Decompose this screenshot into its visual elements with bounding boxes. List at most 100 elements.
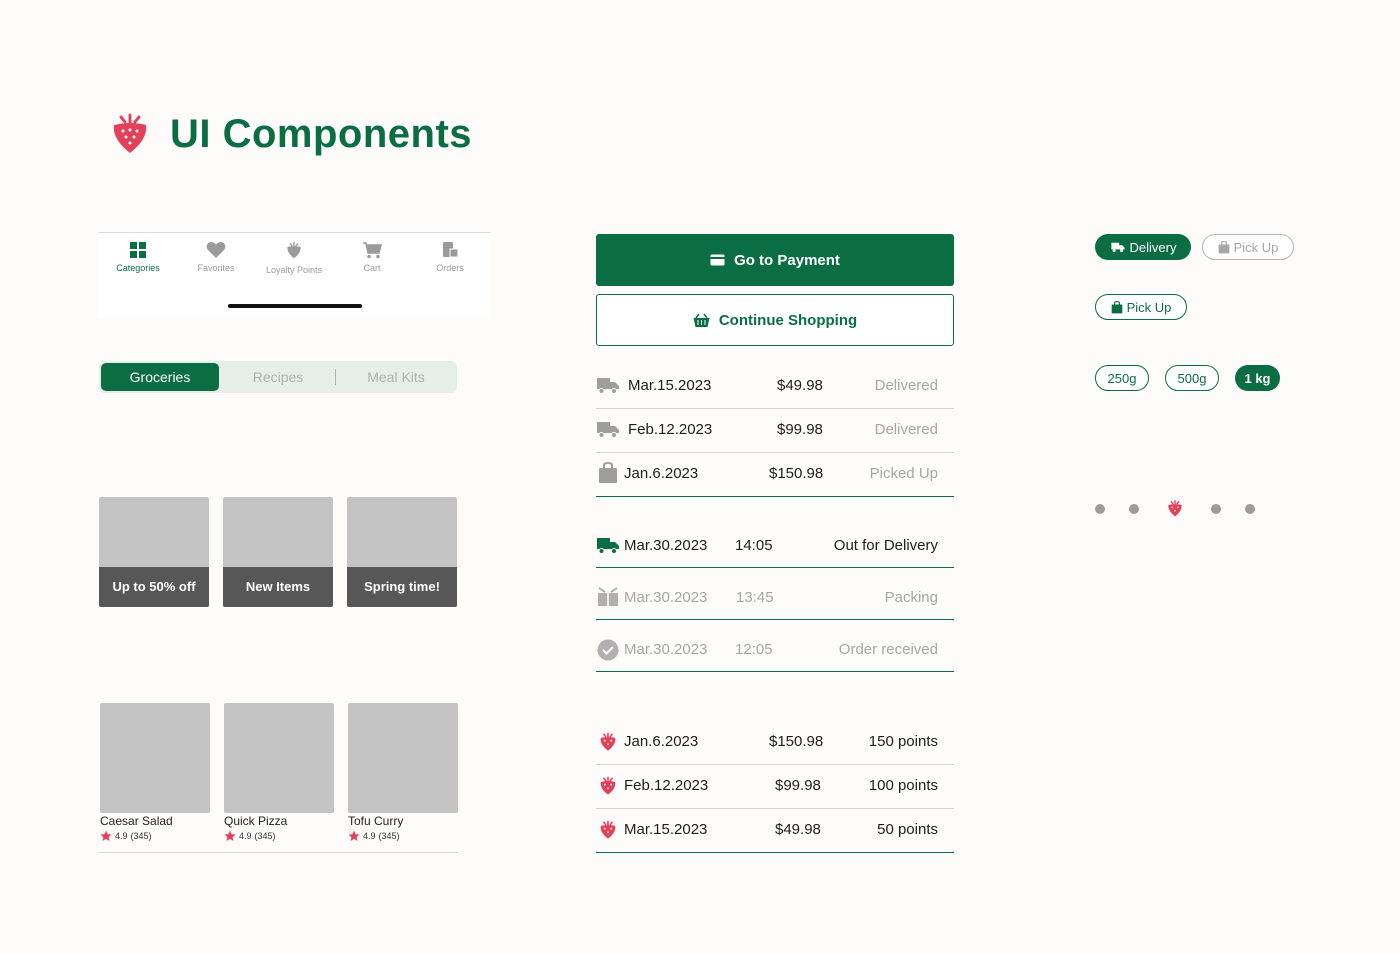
tracking-date: Mar.30.2023 (624, 641, 708, 658)
product-image (100, 703, 210, 813)
segment-groceries[interactable]: Groceries (101, 363, 219, 391)
promo-caption: New Items (223, 567, 333, 607)
rating-count: (345) (378, 831, 400, 841)
section-divider (596, 852, 954, 853)
tab-cart[interactable]: Cart (333, 241, 411, 273)
segmented-control: Groceries Recipes Meal Kits (99, 361, 457, 393)
pager-dot[interactable] (1245, 504, 1255, 514)
star-icon (348, 830, 360, 841)
button-label: Continue Shopping (718, 311, 858, 329)
tab-orders[interactable]: Orders (411, 241, 489, 273)
chip-label: Delivery (1129, 239, 1177, 255)
strawberry-icon (287, 242, 301, 259)
truck-icon (1110, 242, 1125, 253)
rating-value: 4.9 (363, 831, 376, 841)
product-name: Caesar Salad (100, 814, 173, 828)
promo-card[interactable]: New Items (223, 497, 333, 607)
pager-dot[interactable] (1129, 504, 1139, 514)
home-indicator (228, 304, 362, 308)
product-card[interactable]: Quick Pizza 4.9 (345) (224, 703, 334, 842)
points-earned: 150 points (868, 733, 938, 750)
points-amount: $49.98 (775, 821, 821, 838)
bag-icon (599, 462, 617, 483)
points-earned: 100 points (868, 777, 938, 794)
segment-meal-kits[interactable]: Meal Kits (337, 363, 455, 391)
chip-label: Pick Up (1126, 299, 1172, 315)
basket-icon (693, 313, 710, 327)
bottom-tab-bar: Categories Favorites Loyalty Points Cart… (99, 232, 490, 319)
tab-label: Favorites (197, 263, 235, 273)
strawberry-icon (600, 776, 616, 795)
chip-label: Pick Up (1233, 239, 1279, 255)
product-rating: 4.9 (345) (224, 830, 334, 842)
tracking-row: Mar.30.2023 12:05 Order received (596, 628, 954, 672)
order-date: Mar.15.2023 (628, 377, 712, 394)
points-date: Feb.12.2023 (624, 777, 709, 794)
rating-value: 4.9 (239, 831, 252, 841)
tracking-row: Mar.30.2023 13:45 Packing (596, 576, 954, 620)
product-card[interactable]: Tofu Curry 4.9 (345) (348, 703, 458, 842)
pager-active-strawberry-icon[interactable] (1166, 499, 1184, 519)
product-rating: 4.9 (345) (100, 830, 210, 842)
section-divider (596, 671, 954, 672)
tab-categories[interactable]: Categories (99, 241, 177, 273)
pickup-chip-selected[interactable]: Pick Up (1095, 294, 1187, 320)
order-amount: $49.98 (777, 377, 823, 394)
product-name: Quick Pizza (224, 814, 288, 828)
points-date: Mar.15.2023 (624, 821, 708, 838)
cart-icon (363, 242, 382, 259)
divider (99, 852, 458, 853)
points-row: Mar.15.2023 $49.98 50 points (596, 808, 954, 852)
promo-caption: Spring time! (347, 567, 457, 607)
promo-card[interactable]: Spring time! (347, 497, 457, 607)
tab-loyalty-points[interactable]: Loyalty Points (255, 241, 333, 275)
pager-dot[interactable] (1095, 504, 1105, 514)
tab-label: Loyalty Points (265, 265, 323, 275)
order-status: Delivered (874, 377, 938, 394)
weight-chip-250g[interactable]: 250g (1095, 365, 1149, 391)
product-image (224, 703, 334, 813)
points-row: Feb.12.2023 $99.98 100 points (596, 764, 954, 808)
truck-icon (597, 378, 619, 394)
page-title: UI Components (170, 112, 473, 156)
button-label: Go to Payment (734, 251, 840, 269)
continue-shopping-button[interactable]: Continue Shopping (596, 294, 954, 346)
strawberry-logo-icon (113, 113, 147, 153)
order-row[interactable]: Jan.6.2023 $150.98 Picked Up (596, 452, 954, 496)
promo-card[interactable]: Up to 50% off (99, 497, 209, 607)
delivery-chip[interactable]: Delivery (1095, 234, 1191, 260)
bag-icon (1111, 300, 1122, 313)
go-to-payment-button[interactable]: Go to Payment (596, 234, 954, 286)
strawberry-icon (600, 820, 616, 839)
row-divider (596, 567, 954, 568)
tab-label: Cart (363, 263, 381, 273)
order-row[interactable]: Feb.12.2023 $99.98 Delivered (596, 408, 954, 452)
tab-label: Orders (436, 263, 464, 273)
tracking-status: Out for Delivery (833, 537, 938, 554)
pickup-chip[interactable]: Pick Up (1202, 234, 1294, 260)
bag-icon (1218, 240, 1229, 253)
star-icon (100, 830, 112, 841)
weight-chip-500g[interactable]: 500g (1165, 365, 1219, 391)
tracking-date: Mar.30.2023 (624, 589, 708, 606)
tracking-date: Mar.30.2023 (624, 537, 708, 554)
points-amount: $150.98 (769, 733, 824, 750)
pager-dot[interactable] (1211, 504, 1221, 514)
points-earned: 50 points (877, 821, 938, 838)
order-date: Jan.6.2023 (624, 465, 699, 482)
tab-favorites[interactable]: Favorites (177, 241, 255, 273)
tracking-time: 14:05 (735, 537, 773, 554)
points-row: Jan.6.2023 $150.98 150 points (596, 720, 954, 764)
product-card[interactable]: Caesar Salad 4.9 (345) (100, 703, 210, 842)
truck-icon (597, 538, 619, 554)
orders-icon (443, 242, 459, 258)
check-circle-icon (597, 639, 619, 661)
order-row[interactable]: Mar.15.2023 $49.98 Delivered (596, 364, 954, 408)
product-name: Tofu Curry (348, 814, 404, 828)
segment-recipes[interactable]: Recipes (219, 363, 337, 391)
points-date: Jan.6.2023 (624, 733, 699, 750)
rating-count: (345) (254, 831, 276, 841)
tab-label: Categories (116, 263, 160, 273)
strawberry-icon (600, 732, 616, 751)
weight-chip-1kg[interactable]: 1 kg (1235, 365, 1280, 391)
